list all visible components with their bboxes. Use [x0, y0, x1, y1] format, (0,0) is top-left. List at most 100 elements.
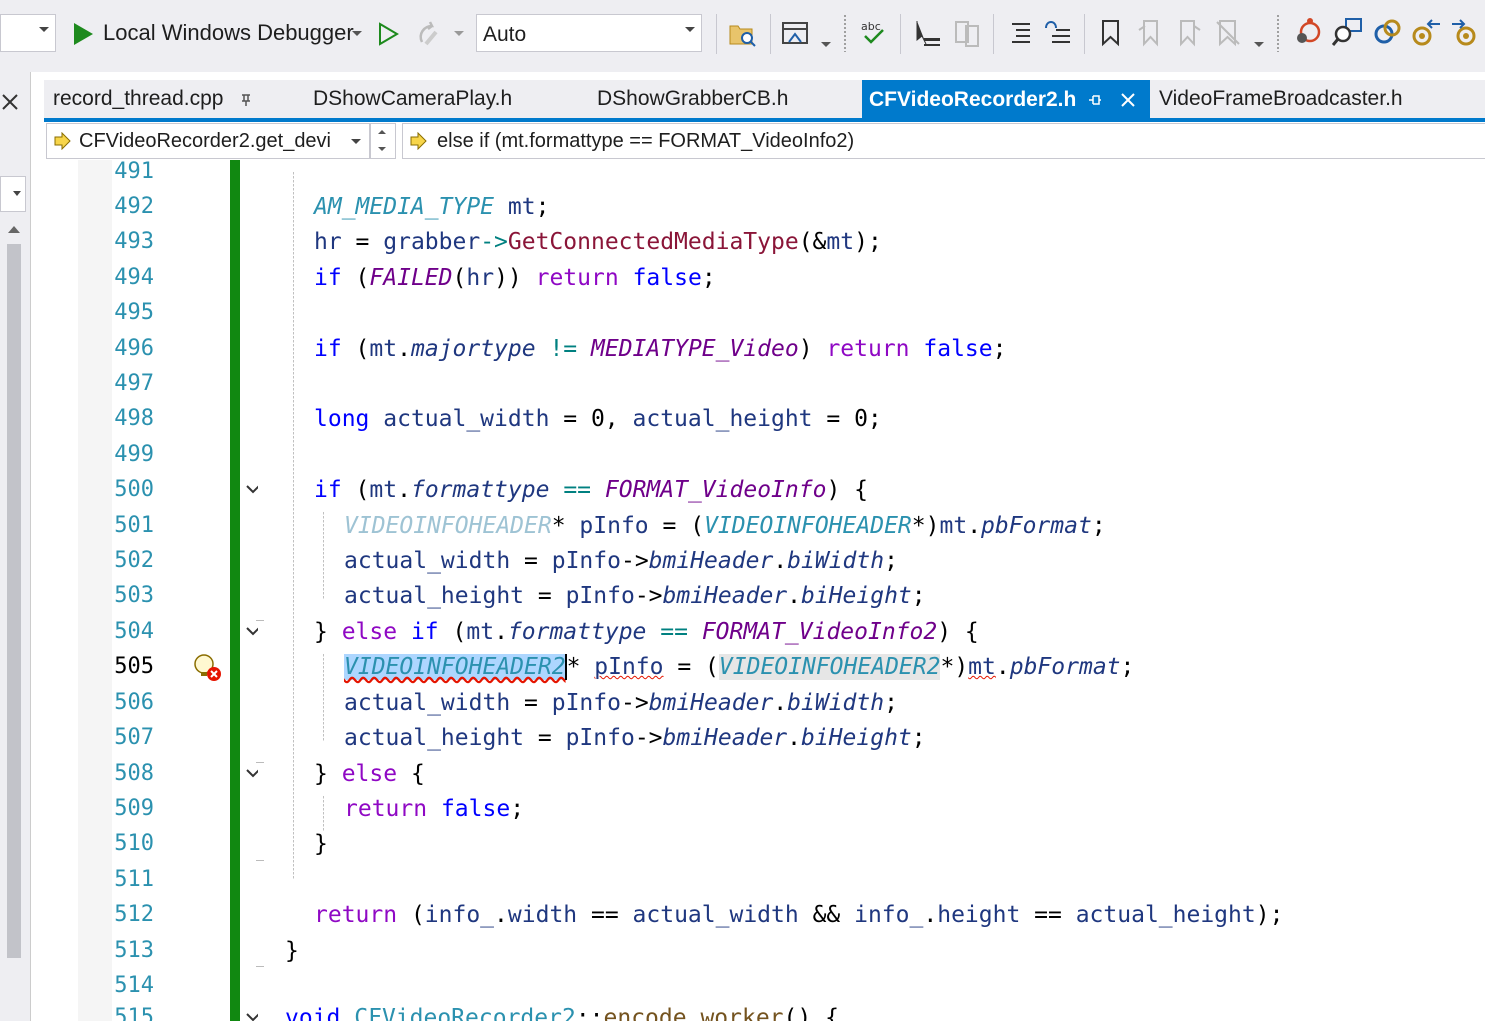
collapse-icon[interactable]: [246, 483, 258, 495]
code-line: 499: [44, 440, 1485, 475]
bookmark-icon[interactable]: [1098, 18, 1124, 48]
code-line: 495: [44, 298, 1485, 333]
bookmark-dropdown-icon[interactable]: [1254, 42, 1264, 47]
line-number: 493: [114, 229, 154, 254]
tab-record-thread-cpp[interactable]: record_thread.cpp: [44, 80, 269, 118]
start-debugging-icon[interactable]: [72, 22, 94, 46]
line-number: 515: [114, 1005, 154, 1021]
scope-text: CFVideoRecorder2.get_devi: [79, 130, 332, 152]
find-references-icon[interactable]: [1332, 16, 1364, 48]
chevron-down-icon: [13, 191, 21, 196]
solution-config-dropdown[interactable]: [0, 14, 56, 52]
outdent-icon[interactable]: [1042, 18, 1072, 48]
lightbulb-error-icon[interactable]: [192, 652, 224, 684]
svg-text:abc: abc: [861, 20, 881, 33]
chevron-down-icon: [351, 139, 361, 144]
close-tab-icon[interactable]: [1120, 92, 1136, 108]
auto-dropdown-value: Auto: [483, 23, 527, 46]
chevron-down-icon: [685, 27, 695, 32]
tab-cfvideorecorder2-h[interactable]: CFVideoRecorder2.h: [862, 80, 1150, 118]
method-icon: [410, 132, 427, 150]
clear-bookmarks-icon[interactable]: [1215, 18, 1241, 48]
code-line: 501 VIDEOINFOHEADER* pInfo = (VIDEOINFOH…: [44, 511, 1485, 546]
panel-scrollbar-thumb[interactable]: [7, 244, 21, 958]
line-number: 496: [114, 336, 154, 361]
code-line: 507 actual_height = pInfo->bmiHeader.biH…: [44, 723, 1485, 758]
line-number: 494: [114, 265, 154, 290]
copy-format-icon[interactable]: [952, 18, 982, 48]
scope-spinner[interactable]: [370, 123, 396, 159]
line-number: 507: [114, 725, 154, 750]
start-without-debugging-icon[interactable]: [377, 22, 399, 46]
line-number: 502: [114, 548, 154, 573]
debugger-dropdown-icon[interactable]: [352, 31, 362, 36]
line-number: 503: [114, 583, 154, 608]
navigate-forward-icon[interactable]: [1450, 16, 1482, 48]
document-tab-bar: record_thread.cpp DShowCameraPlay.h DSho…: [44, 80, 1485, 118]
method-icon: [54, 132, 71, 150]
line-number: 504: [114, 619, 154, 644]
code-line: 496 if (mt.majortype != MEDIATYPE_Video)…: [44, 334, 1485, 369]
code-line: 504 } else if (mt.formattype == FORMAT_V…: [44, 617, 1485, 652]
line-number: 492: [114, 194, 154, 219]
line-number: 508: [114, 761, 154, 786]
line-number: 505: [114, 654, 154, 679]
code-line: 512 return (info_.width == actual_width …: [44, 900, 1485, 935]
previous-bookmark-icon[interactable]: [1137, 18, 1163, 48]
close-icon[interactable]: [0, 92, 20, 112]
next-bookmark-icon[interactable]: [1176, 18, 1202, 48]
code-line: 506 actual_width = pInfo->bmiHeader.biWi…: [44, 688, 1485, 723]
line-number: 514: [114, 973, 154, 998]
member-dropdown[interactable]: else if (mt.formattype == FORMAT_VideoIn…: [402, 123, 1485, 159]
main-toolbar: Local Windows Debugger Auto abc: [0, 0, 1485, 72]
line-number: 491: [114, 160, 154, 184]
pin-icon[interactable]: [240, 92, 252, 106]
navigation-bar: CFVideoRecorder2.get_devi else if (mt.fo…: [44, 122, 1485, 161]
auto-dropdown[interactable]: Auto: [476, 14, 702, 52]
code-map-icon[interactable]: [1372, 16, 1404, 48]
step-into-icon[interactable]: [912, 18, 942, 48]
code-editor[interactable]: 491 492 AM_MEDIA_TYPE mt; 493 hr = grabb…: [44, 160, 1485, 1021]
code-line: 510 }: [44, 829, 1485, 864]
line-number: 498: [114, 406, 154, 431]
left-tool-panel: [0, 72, 31, 1021]
hot-reload-dropdown-icon[interactable]: [454, 31, 464, 36]
spinner-up-icon[interactable]: [378, 130, 386, 134]
spell-check-icon[interactable]: abc: [858, 18, 888, 48]
tab-dshowcameraplay-h[interactable]: DShowCameraPlay.h: [306, 80, 566, 118]
code-line-current: 505 VIDEOINFOHEADER2* pInfo = (VIDEOINFO…: [44, 652, 1485, 687]
open-folder-search-icon[interactable]: [728, 20, 758, 48]
code-line: 492 AM_MEDIA_TYPE mt;: [44, 192, 1485, 227]
hot-reload-icon[interactable]: [416, 20, 444, 48]
code-line: 498 long actual_width = 0, actual_height…: [44, 404, 1485, 439]
line-number: 511: [114, 867, 154, 892]
scope-dropdown[interactable]: CFVideoRecorder2.get_devi: [46, 123, 370, 159]
diagnostics-icon[interactable]: [1292, 16, 1324, 48]
panel-dropdown[interactable]: [0, 176, 26, 212]
pin-icon[interactable]: [1088, 93, 1102, 107]
line-number: 501: [114, 513, 154, 538]
tab-label: DShowCameraPlay.h: [313, 87, 513, 110]
collapse-icon[interactable]: [246, 1011, 258, 1021]
line-number: 506: [114, 690, 154, 715]
code-line: 500 if (mt.formattype == FORMAT_VideoInf…: [44, 475, 1485, 510]
code-line: 514: [44, 971, 1485, 1006]
debugger-label[interactable]: Local Windows Debugger: [103, 20, 354, 46]
spinner-down-icon[interactable]: [378, 147, 386, 151]
member-text: else if (mt.formattype == FORMAT_VideoIn…: [437, 130, 855, 152]
code-line: 493 hr = grabber->GetConnectedMediaType(…: [44, 227, 1485, 262]
collapse-icon[interactable]: [246, 625, 258, 637]
tab-label: CFVideoRecorder2.h: [869, 88, 1077, 111]
tab-label: VideoFrameBroadcaster.h: [1159, 87, 1403, 110]
code-line: 511: [44, 865, 1485, 900]
navigate-backward-icon[interactable]: [1410, 16, 1442, 48]
collapse-icon[interactable]: [246, 767, 258, 779]
tab-label: record_thread.cpp: [53, 87, 224, 110]
scroll-up-icon[interactable]: [8, 226, 20, 233]
code-line: 513 }: [44, 936, 1485, 971]
solution-explorer-icon[interactable]: [781, 20, 811, 48]
layout-dropdown-icon[interactable]: [821, 42, 831, 47]
indent-icon[interactable]: [1004, 18, 1034, 48]
tab-videoframebroadcaster-h[interactable]: VideoFrameBroadcaster.h: [1152, 80, 1452, 118]
tab-dshowgrabbercb-h[interactable]: DShowGrabberCB.h: [590, 80, 860, 118]
